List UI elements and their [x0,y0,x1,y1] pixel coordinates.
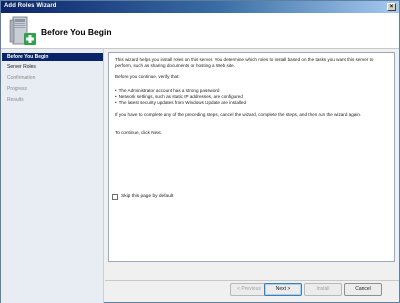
cancel-note-text: If you have to complete any of the prece… [115,112,362,117]
sidebar-item-server-roles[interactable]: Server Roles [2,63,103,71]
bullet-item-updates: The latest security updates from Windows… [115,100,385,106]
continue-note-text: To continue, click Next. [115,130,162,135]
sidebar-item-progress: Progress [7,86,28,92]
verify-text: Before you continue, verify that: [115,74,180,79]
sidebar-item-confirmation: Confirmation [7,75,36,81]
wizard-steps-sidebar: Before You Begin Server Roles Confirmati… [1,49,104,303]
skip-page-label[interactable]: Skip this page by default [121,193,173,201]
skip-page-option[interactable]: Skip this page by default [112,193,252,201]
close-button[interactable]: × [387,3,396,11]
cancel-button[interactable]: Cancel [344,283,382,296]
footer-divider [105,280,399,281]
sidebar-item-before-you-begin[interactable]: Before You Begin [2,53,103,61]
title-bar[interactable]: Add Roles Wizard × [1,1,399,13]
window-title: Add Roles Wizard [4,3,57,9]
next-button[interactable]: Next > [264,283,302,296]
sidebar-item-results: Results [7,97,24,103]
page-title: Before You Begin [41,27,112,37]
intro-text: This wizard helps you install roles on t… [115,57,374,68]
server-roles-wizard-icon [9,16,36,45]
install-button[interactable]: Install [304,283,342,296]
wizard-content-panel: This wizard helps you install roles on t… [108,52,395,262]
add-roles-wizard-window: Add Roles Wizard × Before You Begin Befo… [0,0,400,303]
previous-button[interactable]: < Previous [230,283,268,296]
skip-page-checkbox[interactable] [112,194,118,200]
wizard-header: Before You Begin [1,13,399,49]
